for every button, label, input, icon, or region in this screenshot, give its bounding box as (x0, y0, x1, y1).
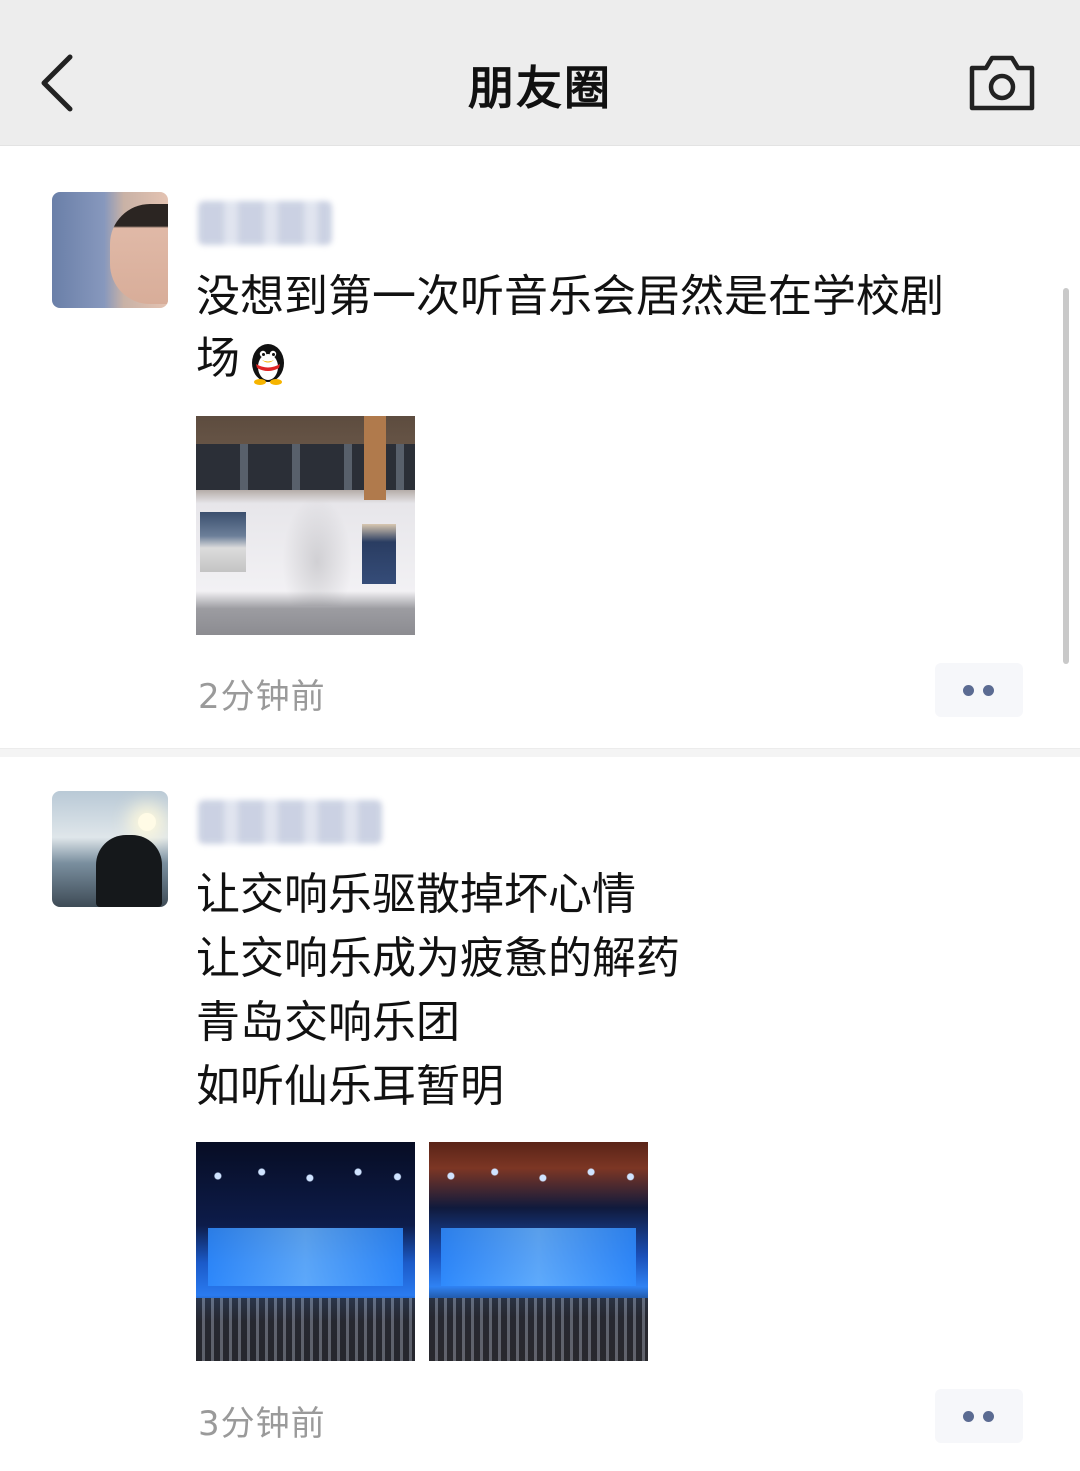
post-text: 让交响乐驱散掉坏心情 让交响乐成为疲惫的解药 青岛交响乐团 如听仙乐耳暂明 (196, 869, 680, 1112)
post-divider (0, 748, 1080, 757)
avatar-face (110, 204, 168, 304)
moments-screen: 朋友圈 没想到第一次听音乐会居然是在学校剧 场 2分钟前 让交响乐驱散掉坏心情 … (0, 0, 1080, 1471)
page-title: 朋友圈 (468, 61, 612, 115)
username-blurred[interactable] (198, 800, 382, 844)
camera-icon (969, 55, 1035, 111)
post-photo[interactable] (429, 1142, 648, 1361)
camera-button[interactable] (966, 52, 1038, 114)
post-text: 没想到第一次听音乐会居然是在学校剧 场 (196, 266, 1026, 390)
moment-post: 让交响乐驱散掉坏心情 让交响乐成为疲惫的解药 青岛交响乐团 如听仙乐耳暂明 3分… (0, 757, 1080, 1471)
post-time: 2分钟前 (198, 677, 326, 717)
post-photo[interactable] (196, 1142, 415, 1361)
moment-post: 没想到第一次听音乐会居然是在学校剧 场 2分钟前 (0, 146, 1080, 748)
top-nav-bar: 朋友圈 (0, 0, 1080, 146)
more-actions-button[interactable] (935, 1389, 1023, 1443)
avatar[interactable] (52, 192, 168, 308)
scrollbar[interactable] (1063, 288, 1069, 664)
penguin-emoji-icon (246, 337, 290, 385)
more-dots-icon (963, 685, 974, 696)
post-text-content: 没想到第一次听音乐会居然是在学校剧 场 (196, 271, 944, 384)
post-photo[interactable] (196, 416, 415, 635)
avatar[interactable] (52, 791, 168, 907)
more-actions-button[interactable] (935, 663, 1023, 717)
more-dots-icon (963, 1411, 974, 1422)
post-time: 3分钟前 (198, 1404, 326, 1444)
username-blurred[interactable] (198, 201, 332, 245)
